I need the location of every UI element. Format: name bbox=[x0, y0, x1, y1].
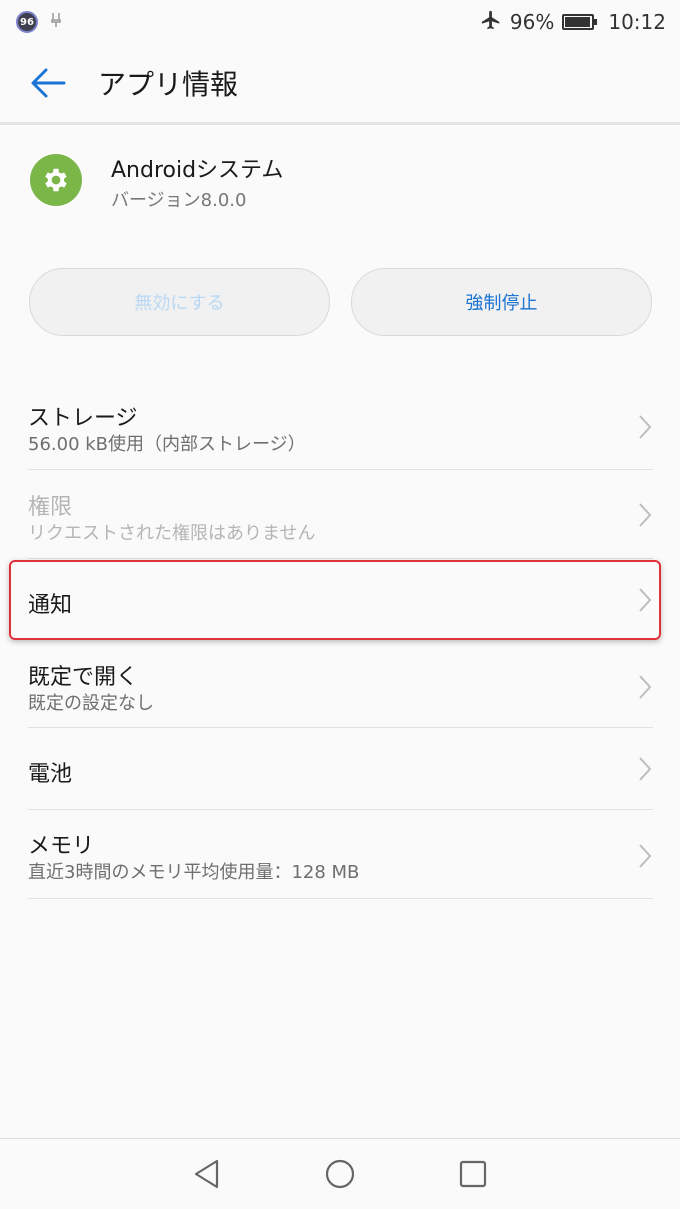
chevron-right-icon bbox=[639, 503, 652, 527]
home-circle-icon bbox=[325, 1159, 355, 1189]
list-item-open-by-default[interactable]: 既定で開く 既定の設定なし bbox=[0, 641, 680, 728]
app-bar: アプリ情報 bbox=[0, 44, 680, 122]
app-bar-divider bbox=[0, 122, 680, 125]
battery-percent: 96% bbox=[509, 10, 555, 34]
nav-home-button[interactable] bbox=[310, 1144, 370, 1204]
chevron-right-icon bbox=[639, 844, 652, 868]
notification-badge-icon: 96 bbox=[16, 11, 38, 33]
status-right: 96% 10:12 bbox=[480, 9, 666, 36]
app-name: Androidシステム bbox=[111, 158, 284, 183]
usb-debug-icon bbox=[50, 12, 62, 32]
chevron-right-icon bbox=[639, 757, 652, 781]
clock: 10:12 bbox=[608, 10, 666, 34]
list-item-title: 電池 bbox=[28, 762, 73, 787]
recents-square-icon bbox=[460, 1160, 487, 1188]
force-stop-button[interactable]: 強制停止 bbox=[351, 268, 652, 336]
status-left: 96 bbox=[16, 11, 62, 33]
notification-highlight-box bbox=[9, 560, 661, 640]
back-button[interactable] bbox=[0, 44, 98, 122]
app-header: Androidシステム バージョン8.0.0 bbox=[0, 130, 680, 230]
list-item-title: ストレージ bbox=[28, 406, 138, 431]
list-item-subtitle: 直近3時間のメモリ平均使用量：128 MB bbox=[28, 862, 360, 883]
airplane-icon bbox=[480, 9, 502, 36]
list-item-title: 権限 bbox=[28, 495, 73, 520]
nav-back-button[interactable] bbox=[177, 1144, 237, 1204]
divider bbox=[28, 898, 653, 899]
page-title: アプリ情報 bbox=[98, 68, 239, 101]
navigation-bar bbox=[0, 1138, 680, 1209]
gear-icon bbox=[30, 154, 82, 206]
arrow-left-icon bbox=[31, 68, 66, 98]
app-version: バージョン8.0.0 bbox=[111, 190, 247, 211]
list-item-permissions[interactable]: 権限 リクエストされた権限はありません bbox=[0, 470, 680, 559]
disable-button[interactable]: 無効にする bbox=[29, 268, 330, 336]
list-item-title: 既定で開く bbox=[28, 665, 139, 690]
status-bar: 96 96% 10:12 bbox=[0, 0, 680, 44]
list-item-battery[interactable]: 電池 bbox=[0, 728, 680, 810]
nav-recents-button[interactable] bbox=[443, 1144, 503, 1204]
battery-fill bbox=[565, 17, 591, 27]
chevron-right-icon bbox=[639, 675, 652, 699]
battery-icon bbox=[562, 14, 598, 30]
list-item-storage[interactable]: ストレージ 56.00 kB使用（内部ストレージ） bbox=[0, 380, 680, 470]
list-item-subtitle: 56.00 kB使用（内部ストレージ） bbox=[28, 434, 306, 455]
chevron-right-icon bbox=[639, 415, 652, 439]
list-item-subtitle: 既定の設定なし bbox=[28, 693, 154, 714]
list-item-subtitle: リクエストされた権限はありません bbox=[28, 523, 316, 544]
list-item-title: メモリ bbox=[28, 834, 95, 859]
back-triangle-icon bbox=[194, 1159, 218, 1189]
list-item-memory[interactable]: メモリ 直近3時間のメモリ平均使用量：128 MB bbox=[0, 810, 680, 899]
